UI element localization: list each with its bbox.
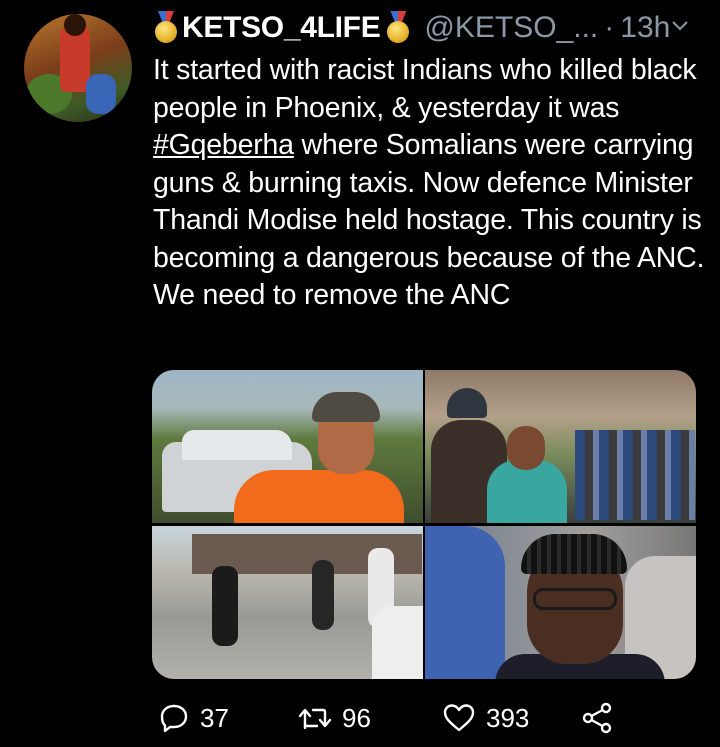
hashtag-link[interactable]: #Gqeberha [153,129,294,161]
media-photo[interactable] [152,526,423,679]
avatar-detail [86,74,116,114]
media-photo[interactable] [425,370,696,523]
tweet[interactable]: KETSO_4LIFE @KETSO_... · 13h It started … [0,0,720,747]
media-photo[interactable] [152,370,423,523]
avatar-detail [64,14,86,36]
tweet-text: It started with racist Indians who kille… [153,52,713,315]
gold-medal-icon [152,11,180,45]
retweet-icon [298,708,332,730]
media-grid [152,370,696,679]
like-count: 393 [486,702,530,733]
display-name[interactable]: KETSO_4LIFE [182,11,381,45]
like-button[interactable]: 393 [442,698,529,738]
chevron-down-icon[interactable] [670,16,690,36]
avatar[interactable] [24,14,132,122]
tweet-actions: 37 96 393 [152,698,632,738]
retweet-button[interactable]: 96 [298,698,371,738]
timestamp[interactable]: 13h [620,11,670,45]
reply-button[interactable]: 37 [158,698,229,738]
heart-icon [443,704,475,732]
user-handle[interactable]: @KETSO_... [424,11,598,45]
media-photo[interactable] [425,526,696,679]
retweet-count: 96 [342,702,371,733]
reply-count: 37 [200,702,229,733]
reply-icon [160,704,188,733]
tweet-header: KETSO_4LIFE @KETSO_... · 13h [152,8,670,48]
separator-dot: · [604,11,615,44]
gold-medal-icon [384,11,412,45]
tweet-text-part: It started with racist Indians who kille… [153,54,697,124]
share-icon [582,702,612,734]
share-button[interactable] [580,698,614,738]
